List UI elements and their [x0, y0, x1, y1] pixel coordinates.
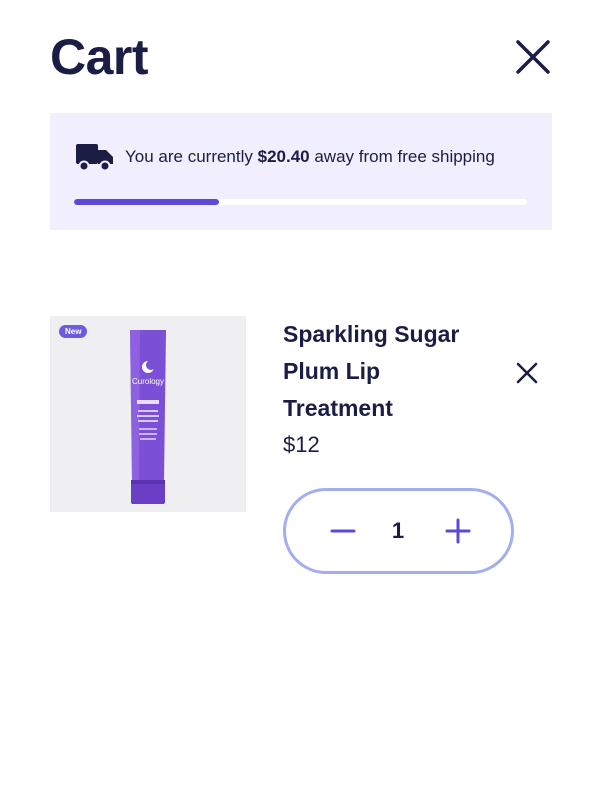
increase-quantity-button[interactable]	[441, 514, 475, 548]
product-price: $12	[283, 432, 320, 457]
truck-icon	[76, 144, 113, 172]
cart-drawer: Cart You are currently $20.40 away from …	[0, 0, 600, 800]
plus-icon	[445, 518, 471, 544]
close-icon	[516, 362, 538, 384]
decrease-quantity-button[interactable]	[326, 514, 360, 548]
new-badge: New	[59, 325, 88, 338]
shipping-amount: $20.40	[257, 147, 310, 166]
product-name[interactable]: Sparkling Sugar Plum Lip Treatment	[283, 316, 493, 427]
free-shipping-panel: You are currently $20.40 away from free …	[50, 113, 552, 230]
shipping-message-suffix: away from free shipping	[309, 147, 495, 166]
close-cart-button[interactable]	[512, 36, 554, 78]
minus-icon	[330, 529, 356, 533]
cart-title: Cart	[50, 29, 149, 85]
product-image[interactable]: New Curology	[50, 316, 246, 512]
close-icon	[516, 40, 550, 74]
shipping-message: You are currently $20.40 away from free …	[125, 146, 495, 168]
lip-treatment-tube-image: Curology	[130, 330, 166, 504]
shipping-progress-fill	[74, 199, 219, 205]
quantity-stepper: 1	[283, 488, 514, 574]
remove-item-button[interactable]	[514, 360, 540, 386]
shipping-message-prefix: You are currently	[125, 147, 258, 166]
quantity-value: 1	[391, 518, 405, 543]
shipping-progress-bar	[74, 199, 527, 205]
tube-brand-text: Curology	[132, 377, 164, 386]
